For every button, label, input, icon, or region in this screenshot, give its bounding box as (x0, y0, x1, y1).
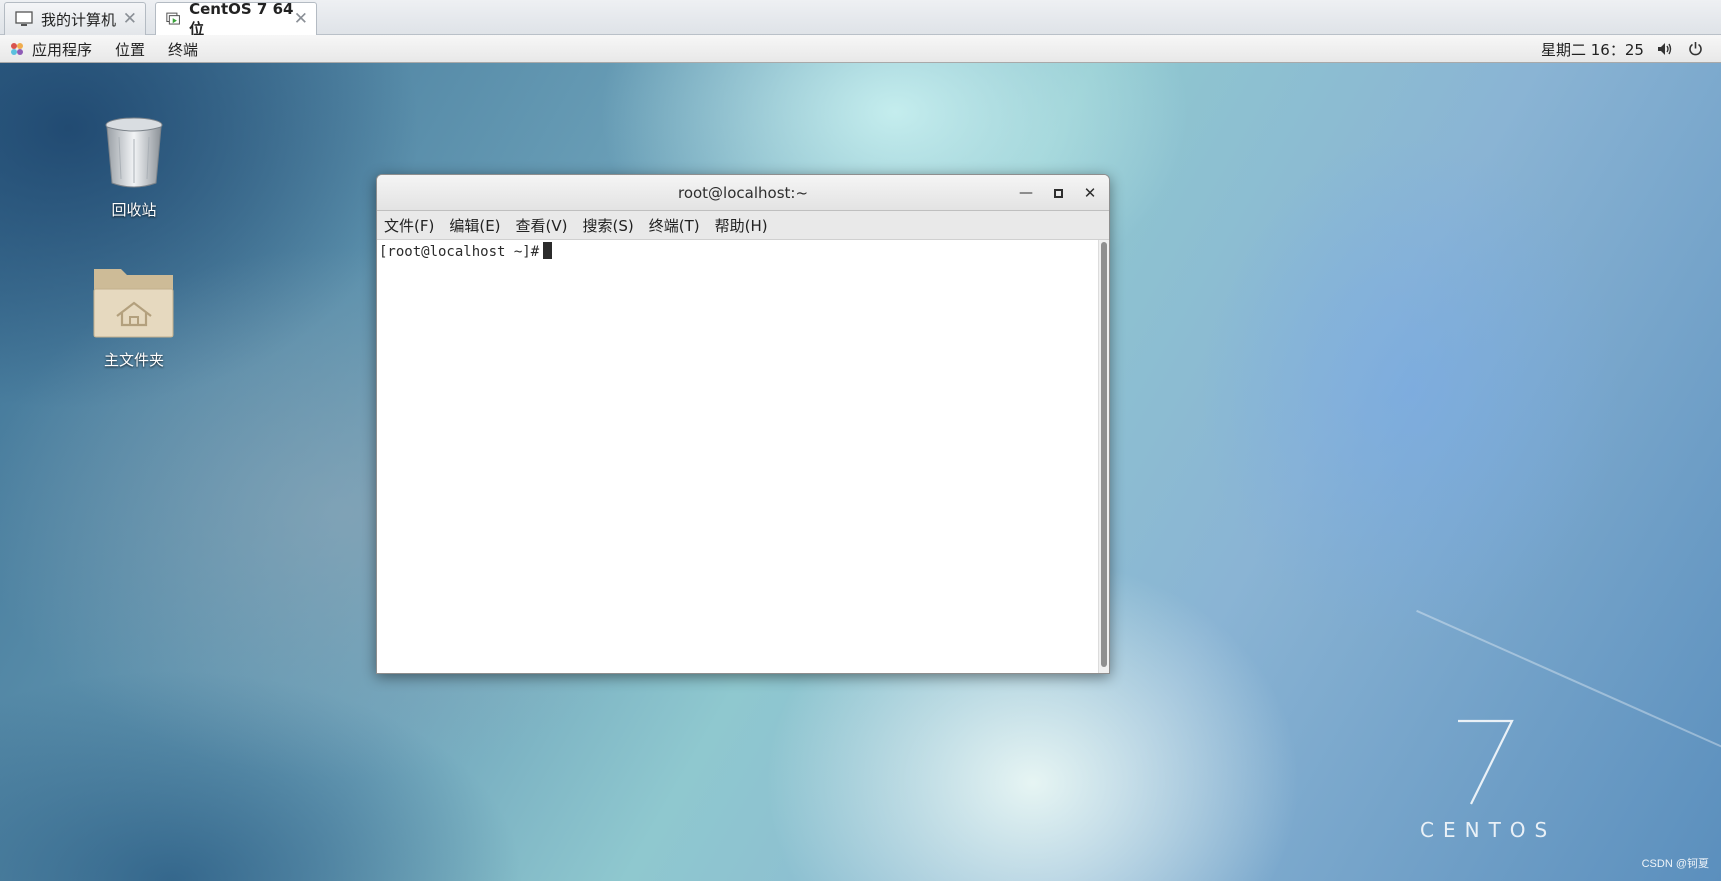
desktop-icon-home[interactable]: 主文件夹 (79, 261, 189, 370)
menu-search[interactable]: 搜索(S) (583, 215, 634, 236)
vm-tab-centos[interactable]: CentOS 7 64 位 ✕ (155, 0, 317, 38)
menu-terminal[interactable]: 终端 (168, 39, 198, 60)
tab-label: 我的计算机 (41, 10, 117, 29)
centos-logo-word: CENTOS (1420, 818, 1557, 842)
menu-terminal[interactable]: 终端(T) (649, 215, 700, 236)
terminal-window[interactable]: root@localhost:~ — ✕ 文件(F) 编辑(E) 查看(V) 搜… (376, 174, 1110, 674)
volume-icon[interactable] (1657, 42, 1673, 56)
shell-prompt: [root@localhost ~]# (379, 244, 540, 260)
close-icon[interactable]: ✕ (1075, 175, 1105, 211)
desktop-icon-trash[interactable]: 回收站 (79, 115, 189, 220)
vm-running-icon (166, 12, 180, 25)
menu-view[interactable]: 查看(V) (516, 215, 568, 236)
terminal-output[interactable]: [root@localhost ~]# (377, 240, 1109, 673)
terminal-titlebar[interactable]: root@localhost:~ — ✕ (377, 175, 1109, 211)
menu-places[interactable]: 位置 (115, 39, 145, 60)
close-icon[interactable]: ✕ (123, 9, 137, 29)
home-folder-icon (93, 269, 174, 338)
vm-tab-my-computer[interactable]: 我的计算机 ✕ (4, 2, 146, 35)
apps-icon[interactable] (10, 42, 24, 56)
menu-help[interactable]: 帮助(H) (715, 215, 768, 236)
desktop-icon-label: 主文件夹 (103, 351, 164, 369)
power-icon[interactable] (1688, 41, 1703, 56)
terminal-menubar: 文件(F) 编辑(E) 查看(V) 搜索(S) 终端(T) 帮助(H) (377, 211, 1109, 240)
tab-label: CentOS 7 64 位 (189, 0, 294, 38)
menu-applications[interactable]: 应用程序 (32, 39, 92, 60)
trash-icon (105, 117, 163, 188)
desktop-icon-label: 回收站 (111, 201, 157, 219)
close-icon[interactable]: ✕ (294, 9, 308, 29)
monitor-icon (15, 11, 33, 26)
window-title: root@localhost:~ (677, 184, 809, 202)
scrollbar[interactable] (1098, 240, 1109, 673)
top-panel: 应用程序 位置 终端 星期二 16：25 (0, 35, 1721, 63)
text-cursor (543, 242, 553, 259)
clock[interactable]: 星期二 16：25 (1541, 39, 1644, 60)
watermark: CSDN @钶夏 (1641, 858, 1709, 870)
menu-file[interactable]: 文件(F) (384, 215, 434, 236)
maximize-icon[interactable] (1043, 175, 1073, 211)
minimize-icon[interactable]: — (1011, 175, 1041, 211)
centos-logo-seven (1458, 719, 1514, 805)
menu-edit[interactable]: 编辑(E) (449, 215, 500, 236)
scrollbar-thumb[interactable] (1101, 242, 1107, 667)
vm-tab-bar: 我的计算机 ✕ CentOS 7 64 位 ✕ (0, 0, 1721, 38)
